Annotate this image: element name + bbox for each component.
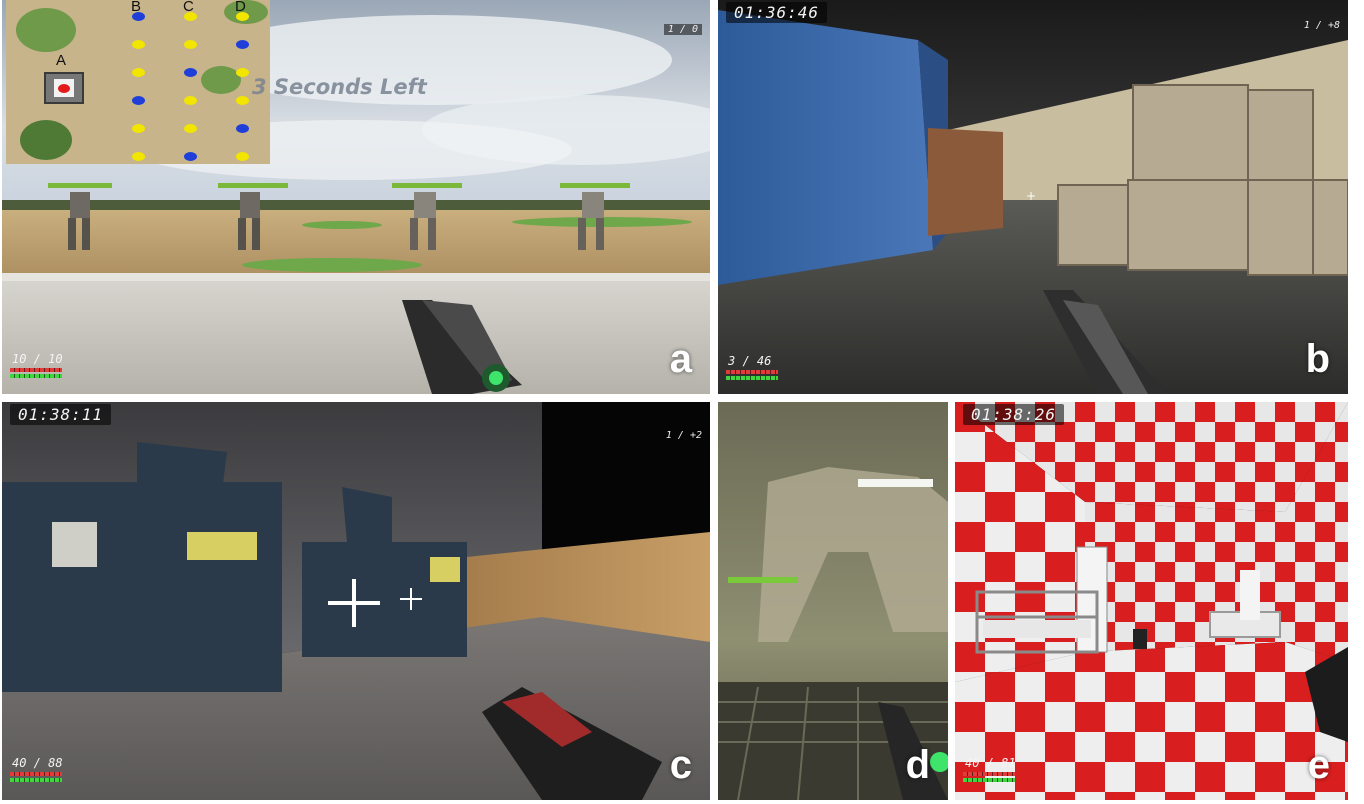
corridor-scene <box>718 402 948 800</box>
armor-bar <box>10 374 62 378</box>
health-bar <box>963 772 1015 776</box>
minimap-dot-yellow <box>184 96 197 105</box>
health-bar <box>10 368 62 372</box>
match-timer: 01:36:46 <box>726 2 828 23</box>
minimap-dot-blue <box>184 68 197 77</box>
panel-label: d <box>905 743 930 787</box>
armor-bar <box>10 778 62 782</box>
armor-bar <box>726 376 778 380</box>
ammo-counter: 40 / 81 <box>965 756 1016 770</box>
minimap-dot-yellow <box>184 124 197 133</box>
minimap-dot-yellow <box>236 152 249 161</box>
minimap-dot-blue <box>236 40 249 49</box>
minimap-dot-yellow <box>236 96 249 105</box>
robot-target[interactable] <box>560 183 630 250</box>
ammo-counter: 3 / 46 <box>728 354 772 368</box>
minimap-dot-yellow <box>184 40 197 49</box>
robot-target[interactable] <box>392 183 462 250</box>
panel-label: c <box>669 743 692 787</box>
minimap-dot-yellow <box>236 12 249 21</box>
status-bars <box>10 366 62 378</box>
minimap-dot-yellow <box>132 152 145 161</box>
minimap-dot-blue <box>132 96 145 105</box>
target-label: A <box>56 52 67 69</box>
svg-text:+: + <box>1026 189 1036 203</box>
minimap-dot-blue <box>236 124 249 133</box>
score-counter: 1 / 0 <box>663 24 702 35</box>
panel-label: b <box>1305 337 1330 381</box>
minimap: A B C D <box>6 0 270 164</box>
armor-bar <box>963 778 1015 782</box>
panel-label: e <box>1307 743 1330 787</box>
score-counter: 1 / +2 <box>665 430 702 441</box>
minimap-dot-blue <box>132 12 145 21</box>
minimap-dot-yellow <box>236 68 249 77</box>
match-timer: 01:38:11 <box>10 404 112 425</box>
countdown-text: 3 Seconds Left <box>252 75 427 99</box>
minimap-dot-yellow <box>132 124 145 133</box>
minimap-dot-yellow <box>132 68 145 77</box>
score-counter: 1 / +8 <box>1303 20 1340 31</box>
status-bars <box>10 770 62 782</box>
target-box <box>44 72 84 104</box>
panel-c-alley: 01:38:11 1 / +2 40 / 88 c <box>2 402 710 800</box>
health-bar <box>10 772 62 776</box>
panel-d-industrial-corridor: d <box>718 402 948 800</box>
status-bars <box>726 368 778 380</box>
panel-label: a <box>669 337 692 381</box>
ammo-counter: 40 / 88 <box>12 756 63 770</box>
sniper-rifle <box>402 300 522 394</box>
robot-target[interactable] <box>218 183 288 250</box>
crosshair-icon <box>328 579 380 627</box>
match-timer: 01:38:26 <box>963 404 1065 425</box>
target-dot <box>58 84 70 93</box>
status-bars <box>963 770 1015 782</box>
robot-target[interactable] <box>48 183 112 250</box>
minimap-dot-yellow <box>132 40 145 49</box>
minimap-dot-yellow <box>184 12 197 21</box>
warehouse-scene: + <box>718 0 1348 394</box>
crosshair-icon <box>400 588 422 610</box>
panel-e-checkered-room: 01:38:26 40 / 81 e <box>955 402 1348 800</box>
panel-a-firing-range: A B C D 3 Seconds Left 1 / 0 10 / 10 a <box>2 0 710 394</box>
ammo-counter: 10 / 10 <box>12 352 63 366</box>
minimap-dot-blue <box>184 152 197 161</box>
checkered-room-scene <box>955 402 1348 800</box>
panel-b-warehouse: + 01:36:46 1 / +8 3 / 46 b <box>718 0 1348 394</box>
health-bar <box>726 370 778 374</box>
